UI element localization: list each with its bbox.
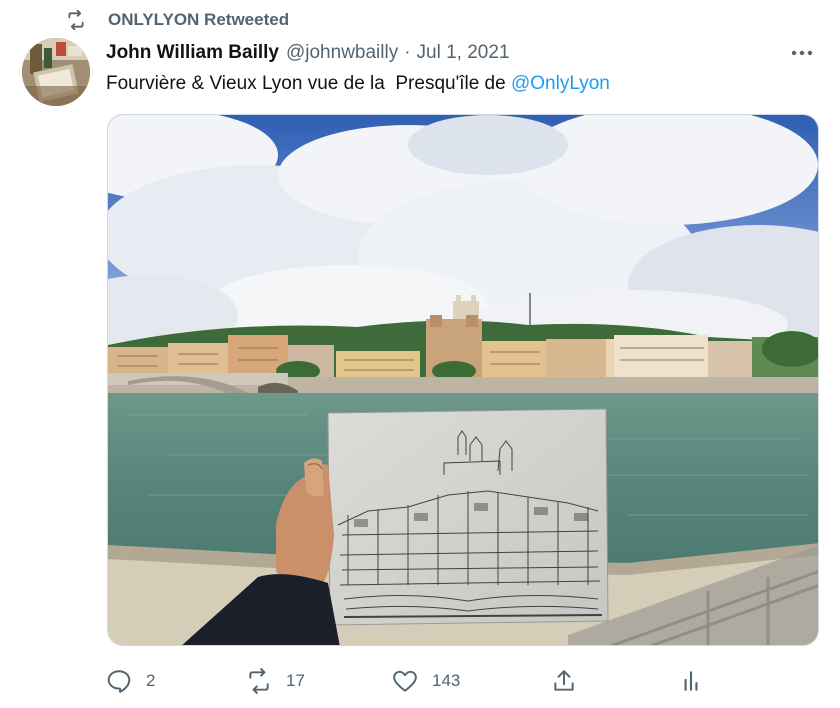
separator-dot: · bbox=[404, 42, 411, 63]
heart-icon bbox=[393, 670, 417, 692]
tweet-header: John William Bailly @johnwbailly · Jul 1… bbox=[106, 38, 820, 68]
tweet-date[interactable]: Jul 1, 2021 bbox=[417, 42, 510, 64]
reply-button[interactable]: 2 bbox=[106, 664, 155, 698]
avatar[interactable] bbox=[22, 38, 90, 106]
mention-link[interactable]: @OnlyLyon bbox=[511, 73, 610, 94]
retweet-count: 17 bbox=[286, 671, 305, 690]
tweet-body-text: Fourvière & Vieux Lyon vue de la Presqu'… bbox=[106, 73, 511, 94]
more-icon bbox=[791, 50, 813, 56]
author-name[interactable]: John William Bailly bbox=[106, 42, 279, 64]
analytics-icon bbox=[684, 671, 698, 691]
retweet-context[interactable]: ONLYLYON Retweeted bbox=[66, 8, 289, 32]
reply-icon bbox=[107, 670, 131, 693]
share-icon bbox=[554, 670, 574, 691]
retweet-icon bbox=[249, 668, 269, 694]
reply-count: 2 bbox=[146, 671, 156, 690]
retweet-button[interactable]: 17 bbox=[246, 664, 305, 698]
tweet-card[interactable]: ONLYLYON Retweeted John William Bailly @… bbox=[0, 0, 840, 708]
like-count: 143 bbox=[432, 671, 461, 690]
retweet-icon bbox=[68, 10, 84, 30]
sketch-paper bbox=[327, 408, 609, 626]
analytics-button[interactable] bbox=[678, 664, 704, 698]
retweet-context-label: ONLYLYON Retweeted bbox=[108, 10, 290, 29]
action-bar: 2 17 143 bbox=[106, 664, 726, 698]
like-button[interactable]: 143 bbox=[392, 664, 460, 698]
share-button[interactable] bbox=[551, 664, 577, 698]
tweet-photo[interactable] bbox=[107, 114, 819, 646]
more-button[interactable] bbox=[784, 38, 820, 68]
tweet-text: Fourvière & Vieux Lyon vue de la Presqu'… bbox=[106, 70, 820, 98]
author-handle[interactable]: @johnwbailly bbox=[286, 42, 398, 64]
